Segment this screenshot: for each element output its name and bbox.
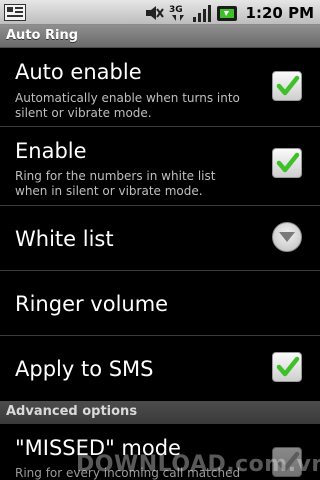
auto-enable-checkbox[interactable] bbox=[272, 71, 302, 101]
notification-icon bbox=[4, 4, 26, 21]
pref-title: Apply to SMS bbox=[15, 357, 154, 381]
pref-enable[interactable]: Enable Ring for the numbers in white lis… bbox=[0, 128, 320, 206]
status-bar: 3G 1:20 PM bbox=[0, 0, 320, 25]
clock: 1:20 PM bbox=[245, 3, 314, 22]
pref-title: Auto enable bbox=[15, 60, 142, 84]
enable-checkbox[interactable] bbox=[272, 148, 302, 178]
checkmark-icon bbox=[276, 75, 300, 96]
pref-apply-to-sms[interactable]: Apply to SMS bbox=[0, 337, 320, 401]
battery-icon bbox=[216, 5, 237, 21]
pref-auto-enable[interactable]: Auto enable Automatically enable when tu… bbox=[0, 49, 320, 127]
3g-icon: 3G bbox=[169, 5, 184, 21]
pref-white-list[interactable]: White list bbox=[0, 207, 320, 271]
mute-icon bbox=[145, 5, 164, 20]
white-list-dropdown[interactable] bbox=[272, 222, 302, 252]
apply-to-sms-checkbox[interactable] bbox=[272, 352, 302, 382]
pref-summary-line: Ring for the numbers in white list bbox=[15, 169, 216, 183]
category-advanced-options: Advanced options bbox=[0, 401, 320, 424]
pref-title: Enable bbox=[15, 139, 87, 163]
checkmark-icon bbox=[276, 152, 300, 173]
signal-icon bbox=[192, 4, 211, 22]
app-title: Auto Ring bbox=[6, 28, 79, 43]
pref-summary-line: silent or vibrate mode. bbox=[15, 106, 152, 120]
pref-title: Ringer volume bbox=[15, 292, 169, 316]
pref-ringer-volume[interactable]: Ringer volume bbox=[0, 272, 320, 336]
svg-text:3G: 3G bbox=[169, 5, 183, 15]
pref-summary-line: when in silent or vibrate mode. bbox=[15, 184, 203, 198]
checkmark-icon bbox=[276, 356, 300, 377]
chevron-down-icon bbox=[279, 232, 295, 242]
pref-summary-line: Automatically enable when turns into bbox=[15, 91, 240, 105]
watermark-logo: DOWNLOAD.com.vn bbox=[76, 452, 320, 477]
pref-title: White list bbox=[15, 227, 114, 251]
app-title-bar: Auto Ring bbox=[0, 25, 320, 48]
category-label: Advanced options bbox=[6, 404, 138, 419]
